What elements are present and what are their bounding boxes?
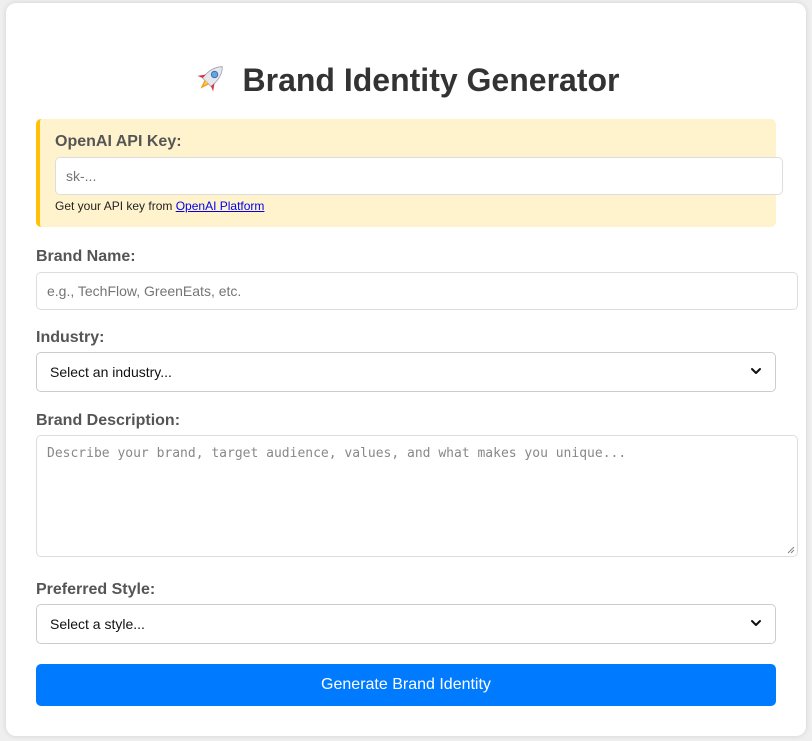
description-label: Brand Description:	[36, 412, 181, 429]
description-placeholder: Describe your brand, target audience, va…	[47, 446, 627, 461]
description-textarea[interactable]: Describe your brand, target audience, va…	[36, 435, 798, 557]
style-select[interactable]: Select a style...	[36, 604, 776, 644]
page-header: Brand Identity Generator	[6, 55, 806, 105]
industry-label: Industry:	[36, 329, 105, 346]
api-key-input[interactable]	[55, 157, 783, 195]
chevron-down-icon	[750, 616, 762, 632]
style-label: Preferred Style:	[36, 581, 156, 598]
form-card: Brand Identity Generator OpenAI API Key:…	[6, 3, 806, 736]
generate-brand-identity-button[interactable]: Generate Brand Identity	[36, 664, 776, 706]
page-title: Brand Identity Generator	[242, 61, 620, 98]
openai-platform-link[interactable]: OpenAI Platform	[176, 199, 265, 213]
api-key-panel: OpenAI API Key: Get your API key from Op…	[36, 119, 783, 227]
api-key-label: OpenAI API Key:	[55, 133, 182, 150]
industry-select[interactable]: Select an industry...	[36, 352, 776, 392]
rocket-icon	[193, 60, 229, 101]
api-key-help-text: Get your API key from	[55, 199, 176, 213]
brand-name-input[interactable]	[36, 272, 798, 310]
brand-name-label: Brand Name:	[36, 248, 136, 265]
api-key-help: Get your API key from OpenAI Platform	[55, 199, 264, 213]
industry-selected-value: Select an industry...	[50, 364, 172, 380]
chevron-down-icon	[750, 364, 762, 380]
style-selected-value: Select a style...	[50, 616, 145, 632]
